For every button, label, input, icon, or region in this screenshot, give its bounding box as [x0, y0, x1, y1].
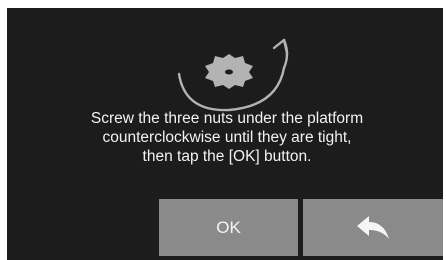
ok-button-label: OK [216, 217, 241, 237]
rotate-nut-illustration [177, 38, 289, 112]
ok-button[interactable]: OK [159, 199, 298, 256]
instruction-line: counterclockwise until they are tight, [102, 129, 352, 146]
instruction-screen: Screw the three nuts under the platform … [7, 8, 443, 260]
back-arrow-icon [357, 215, 389, 239]
instruction-text: Screw the three nuts under the platform … [27, 109, 427, 166]
instruction-line: Screw the three nuts under the platform [90, 110, 364, 127]
back-button[interactable] [303, 199, 443, 256]
nut-icon [205, 54, 253, 89]
instruction-line: then tap the [OK] button. [142, 148, 312, 165]
